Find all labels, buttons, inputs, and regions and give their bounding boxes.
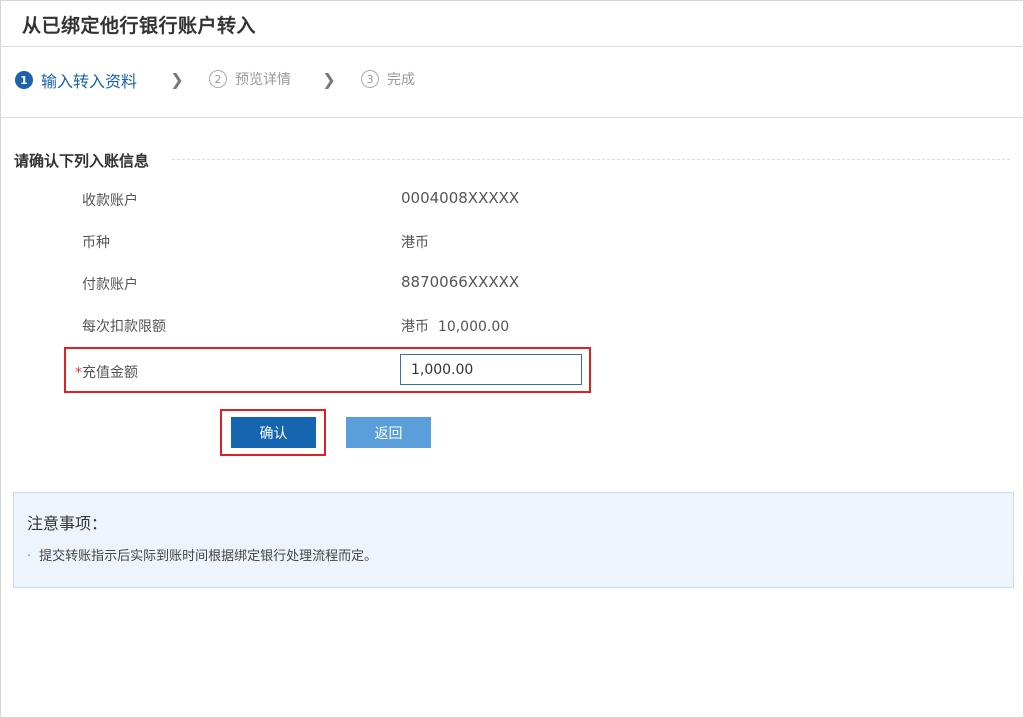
payee-account-label: 收款账户	[82, 193, 138, 209]
page-title: 从已绑定他行银行账户转入	[22, 15, 257, 37]
section-title: 请确认下列入账信息	[14, 152, 150, 170]
payer-account-value: 8870066XXXXX	[401, 273, 520, 291]
step-1-label: 输入转入资料	[41, 72, 138, 91]
notice-item-text: 提交转账指示后实际到账时间根据绑定银行处理流程而定。	[39, 549, 378, 564]
step-1-number: 1	[15, 71, 33, 89]
step-2-number: 2	[209, 70, 227, 88]
currency-value: 港币	[401, 235, 429, 251]
notice-panel: 注意事项： · 提交转账指示后实际到账时间根据绑定银行处理流程而定。	[13, 492, 1014, 588]
step-1: 1 输入转入资料	[15, 68, 137, 92]
step-2: 2 预览详情	[209, 69, 291, 89]
limit-value: 港币 10,000.00	[401, 316, 509, 336]
step-3-number: 3	[361, 70, 379, 88]
step-indicator: 1 输入转入资料 ❯ 2 预览详情 ❯ 3 完成	[0, 47, 1024, 118]
bullet-icon: ·	[27, 549, 32, 564]
amount-label-text: 充值金额	[82, 365, 138, 381]
notice-title: 注意事项：	[27, 514, 108, 533]
chevron-right-icon: ❯	[170, 70, 184, 89]
limit-amount: 10,000.00	[437, 319, 510, 335]
title-bar: 从已绑定他行银行账户转入	[0, 0, 1024, 47]
confirm-button[interactable]: 确认	[231, 417, 316, 448]
payer-account-label: 付款账户	[82, 277, 138, 293]
notice-item: · 提交转账指示后实际到账时间根据绑定银行处理流程而定。	[27, 545, 377, 564]
amount-label: *充值金额	[75, 362, 138, 382]
step-3: 3 完成	[361, 69, 415, 89]
limit-label: 每次扣款限额	[82, 319, 166, 335]
chevron-right-icon: ❯	[322, 70, 336, 89]
currency-label: 币种	[82, 235, 110, 251]
section-divider	[172, 159, 1010, 160]
required-mark: *	[75, 365, 82, 381]
step-3-label: 完成	[387, 72, 415, 88]
payee-account-value: 0004008XXXXX	[401, 189, 520, 207]
step-2-label: 预览详情	[235, 72, 291, 88]
limit-currency: 港币	[401, 319, 429, 335]
back-button[interactable]: 返回	[346, 417, 431, 448]
amount-input[interactable]	[400, 354, 582, 385]
